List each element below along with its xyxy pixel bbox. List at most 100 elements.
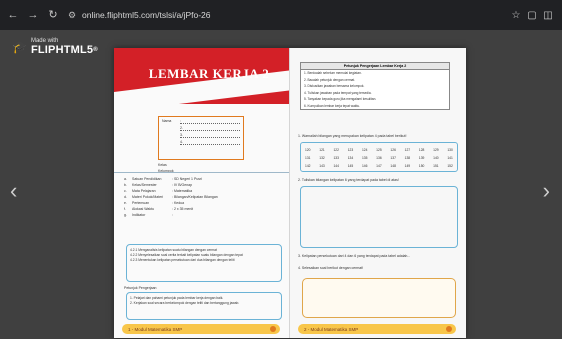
footer-dot-icon: [270, 326, 276, 332]
identity-value: 3.: [180, 133, 240, 138]
number-cell: 125: [376, 148, 382, 152]
worksheet-title: LEMBAR KERJA 2: [148, 66, 270, 81]
number-cell: 126: [390, 148, 396, 152]
meta-value: : Kedua: [172, 201, 185, 205]
meta-key: Alokasi Waktu: [132, 207, 155, 211]
identity-value: 4.: [180, 140, 240, 145]
number-cell: 139: [418, 156, 425, 160]
number-cell: 127: [404, 148, 411, 152]
cap-icon: 🎓: [12, 40, 27, 54]
indicator-item: 4.2.3 Menentukan kelipatan persekutuan d…: [130, 258, 235, 262]
number-cell: 150: [418, 164, 425, 168]
number-cell: 149: [404, 164, 411, 168]
address-bar[interactable]: ⚙ online.fliphtml5.com/tslsi/a/jPfo-26: [66, 6, 506, 24]
meta-value: : SD Negeri 1 Pusri: [172, 177, 202, 181]
table-header: Petunjuk Pengerjaan Lembar Kerja 2: [301, 63, 449, 70]
number-cell: 134: [347, 156, 354, 160]
number-row: 131 132 133 134 135 136 137 138 139 140 …: [305, 154, 453, 162]
browser-toolbar: ← → ↻ ⚙ online.fliphtml5.com/tslsi/a/jPf…: [0, 0, 562, 30]
number-row: 120 121 122 123 124 125 126 127 128 129 …: [305, 146, 453, 154]
url-text: online.fliphtml5.com/tslsi/a/jPfo-26: [82, 10, 211, 20]
number-cell: 141: [447, 156, 453, 160]
number-cell: 138: [404, 156, 411, 160]
book-spread[interactable]: LEMBAR KERJA 2 Nama: 2. 3. 4. Kelas Kelo…: [114, 48, 466, 338]
page-footer: 2 - Modul Matematika SMP: [298, 324, 456, 334]
instructions-table: Petunjuk Pengerjaan Lembar Kerja 2 1. Be…: [300, 62, 450, 110]
question-2: 2. Tuliskan bilangan kelipatan 6 yang te…: [298, 178, 399, 182]
number-cell: 140: [433, 156, 439, 160]
site-info-icon[interactable]: ⚙: [66, 9, 78, 21]
number-cell: 152: [447, 164, 453, 168]
number-cell: 137: [390, 156, 396, 160]
identity-key: [162, 133, 180, 138]
page-footer: 1 - Modul Matematika SMP: [122, 324, 280, 334]
number-cell: 135: [361, 156, 368, 160]
number-cell: 122: [333, 148, 339, 152]
number-cell: 129: [433, 148, 439, 152]
divider: [114, 172, 289, 173]
meta-value: : IV B/Genap: [172, 183, 193, 187]
left-page[interactable]: LEMBAR KERJA 2 Nama: 2. 3. 4. Kelas Kelo…: [114, 48, 290, 338]
number-cell: 121: [319, 148, 325, 152]
section-label: Petunjuk Pengerjaan: [124, 286, 157, 290]
meta-key: Pertemuan: [132, 201, 150, 205]
meta-key: Indikator: [132, 213, 146, 217]
number-cell: 136: [376, 156, 382, 160]
answer-box-2[interactable]: [302, 278, 456, 318]
instructions-box: 1. Pelajari dan pahami petunjuk pada lem…: [126, 292, 282, 320]
extensions-icon[interactable]: ▢: [524, 10, 540, 21]
number-cell: 123: [347, 148, 354, 152]
table-item: 6. Kumpulkan lembar kerja tepat waktu.: [304, 103, 360, 108]
indicator-box: 4.2.1 Menganalisis kelipatan suatu bilan…: [126, 244, 282, 282]
window-icon[interactable]: ◫: [540, 10, 556, 21]
number-cell: 142: [305, 164, 311, 168]
number-cell: 144: [333, 164, 339, 168]
number-cell: 143: [319, 164, 325, 168]
number-cell: 148: [390, 164, 396, 168]
number-cell: 124: [361, 148, 368, 152]
fliphtml5-logo[interactable]: 🎓 Made with FLIPHTML5®: [12, 38, 98, 56]
meta-value: :: [172, 213, 173, 217]
number-cell: 128: [418, 148, 425, 152]
meta-list: a. Satuan Pendidikan: SD Negeri 1 Pusri b…: [124, 176, 284, 218]
number-cell: 145: [347, 164, 354, 168]
right-page[interactable]: Petunjuk Pengerjaan Lembar Kerja 2 1. Be…: [290, 48, 466, 338]
number-cell: 133: [333, 156, 339, 160]
identity-key: [162, 140, 180, 145]
meta-key: Mata Pelajaran: [132, 189, 156, 193]
next-page-icon[interactable]: ›: [543, 178, 550, 204]
meta-value: : Matematika: [172, 189, 193, 193]
number-grid: 120 121 122 123 124 125 126 127 128 129 …: [300, 142, 458, 172]
number-row: 142 143 144 145 146 147 148 149 150 151 …: [305, 162, 453, 170]
number-cell: 130: [447, 148, 453, 152]
reload-icon[interactable]: ↻: [46, 8, 60, 22]
previous-page-icon[interactable]: ‹: [10, 178, 17, 204]
meta-key: Kelas/Semester: [132, 183, 157, 187]
logo-brand: FLIPHTML5: [30, 44, 94, 56]
logo-reg: ®: [93, 47, 98, 53]
identity-group: Kelompok: [158, 169, 174, 173]
footer-text: 2 - Modul Matematika SMP: [304, 326, 359, 332]
question-4: 4. Selesaikan soal berikut dengan cermat…: [298, 266, 364, 270]
bookmark-star-icon[interactable]: ☆: [508, 10, 524, 21]
number-cell: 120: [305, 148, 311, 152]
meta-value: : Bilangan/Kelipatan Bilangan: [172, 195, 218, 199]
number-cell: 132: [319, 156, 325, 160]
footer-text: 1 - Modul Matematika SMP: [128, 326, 183, 332]
identity-box: Nama: 2. 3. 4.: [158, 116, 244, 160]
meta-key: Satuan Pendidikan: [132, 177, 162, 181]
question-3: 3. Kelipatan persekutuan dari 4 dan 6 ya…: [298, 254, 411, 258]
flipbook-viewer: 🎓 Made with FLIPHTML5® ‹ › LEMBAR KERJA …: [0, 30, 562, 339]
number-cell: 151: [433, 164, 439, 168]
meta-key: Materi Pokok/Materi: [132, 195, 164, 199]
number-cell: 131: [305, 156, 311, 160]
forward-icon[interactable]: →: [26, 8, 40, 22]
instruction-item: 2. Kerjakan soal secara berkelompok deng…: [130, 301, 240, 305]
identity-value: 2.: [180, 126, 240, 131]
back-icon[interactable]: ←: [6, 8, 20, 22]
answer-box-1[interactable]: [300, 186, 458, 248]
meta-value: : 2 x 35 menit: [172, 207, 194, 211]
number-cell: 146: [361, 164, 368, 168]
identity-key: [162, 126, 180, 131]
question-1: 1. Warnailah bilangan yang merupakan kel…: [298, 134, 407, 138]
